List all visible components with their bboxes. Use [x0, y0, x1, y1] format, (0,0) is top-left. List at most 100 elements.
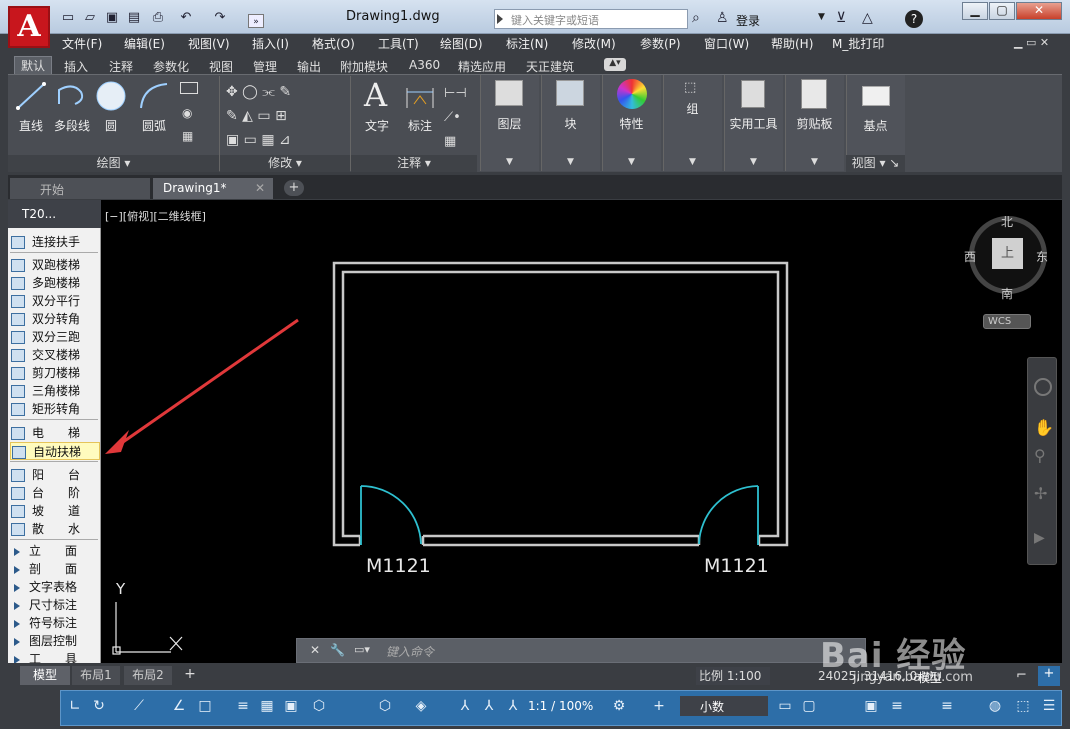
- menu-insert[interactable]: 插入(I): [252, 35, 289, 52]
- utilities-expand-icon[interactable]: ▼: [724, 157, 783, 167]
- menu-layer-control[interactable]: 图层控制: [10, 632, 100, 650]
- hardware-acceleration-icon[interactable]: ≡: [888, 697, 906, 715]
- tab-manage[interactable]: 管理: [253, 58, 277, 75]
- exchange-icon[interactable]: △: [862, 10, 873, 26]
- tab-tangent[interactable]: 天正建筑: [526, 58, 574, 75]
- menu-view[interactable]: 视图(V): [188, 35, 230, 52]
- help-icon[interactable]: ?: [905, 10, 923, 28]
- polar-icon[interactable]: ↻: [90, 697, 108, 715]
- circle-icon[interactable]: [95, 80, 127, 112]
- cmd-prompt-icon[interactable]: ▭▾: [354, 643, 370, 656]
- tab-featured[interactable]: 精选应用: [458, 58, 506, 75]
- login-label[interactable]: 登录: [736, 12, 760, 29]
- zoom-icon[interactable]: ⚲: [1034, 446, 1046, 465]
- menu-format[interactable]: 格式(O): [312, 35, 355, 52]
- menu-section[interactable]: 剖 面: [10, 560, 100, 578]
- menu-parametric[interactable]: 参数(P): [640, 35, 681, 52]
- modify-tools-icons[interactable]: ✥ ◯ ⫘ ✎ ✎ ◭ ▭ ⊞ ▣ ▭ ▦ ⊿: [226, 80, 346, 152]
- cart-icon[interactable]: ⊻: [836, 10, 846, 26]
- undo-icon[interactable]: ↶: [178, 11, 194, 25]
- new-icon[interactable]: ▭: [60, 11, 76, 25]
- 3d-osnap-icon[interactable]: ⬡: [310, 697, 328, 715]
- polyline-label[interactable]: 多段线: [50, 117, 94, 134]
- menu-tools[interactable]: 工具(T): [378, 35, 419, 52]
- open-icon[interactable]: ▱: [82, 11, 98, 25]
- login-dropdown-icon[interactable]: ▼: [818, 12, 825, 22]
- menu-file[interactable]: 文件(F): [62, 35, 102, 52]
- orbit-icon[interactable]: ✢: [1034, 484, 1047, 503]
- layers-expand-icon[interactable]: ▼: [480, 157, 539, 167]
- annotation-visibility-icon[interactable]: ◈: [412, 697, 430, 715]
- region-icon[interactable]: ▦: [182, 129, 193, 143]
- arc-label[interactable]: 圆弧: [136, 117, 172, 134]
- doc-window-controls[interactable]: ▁ ▭ ✕: [1014, 36, 1049, 49]
- menu-dimension[interactable]: 尺寸标注: [10, 596, 100, 614]
- menu-tools[interactable]: 工 具: [10, 650, 100, 663]
- clean-screen-icon[interactable]: ≡: [938, 697, 956, 715]
- user-icon[interactable]: ♙: [716, 10, 729, 26]
- osnap-icon[interactable]: □: [196, 697, 214, 715]
- annotation-scale-icon[interactable]: ⅄: [456, 697, 474, 715]
- saveas-icon[interactable]: ▤: [126, 11, 142, 25]
- menu-help[interactable]: 帮助(H): [771, 35, 813, 52]
- selection-cycling-icon[interactable]: ▣: [282, 697, 300, 715]
- minimize-button[interactable]: ▁: [962, 2, 988, 20]
- tool-scissor-stair[interactable]: 剪刀楼梯: [10, 364, 100, 382]
- clean-icon[interactable]: ◍: [986, 697, 1004, 715]
- block-expand-icon[interactable]: ▼: [541, 157, 600, 167]
- lock-ui-icon[interactable]: ▢: [800, 697, 818, 715]
- maximize-button[interactable]: ▢: [989, 2, 1015, 20]
- clipboard-expand-icon[interactable]: ▼: [785, 157, 844, 167]
- steering-wheel-icon[interactable]: [1034, 378, 1052, 396]
- fullscreen-icon[interactable]: ⬚: [1014, 697, 1032, 715]
- close-button[interactable]: ✕: [1016, 2, 1062, 20]
- tool-apron[interactable]: 散 水: [10, 520, 100, 538]
- menu-symbol[interactable]: 符号标注: [10, 614, 100, 632]
- search-input[interactable]: 键入关键字或短语: [494, 9, 688, 29]
- wcs-dropdown[interactable]: WCS: [983, 314, 1031, 329]
- search-expand-icon[interactable]: [497, 14, 503, 24]
- t20-header[interactable]: T20...: [8, 200, 101, 228]
- menu-batch-plot[interactable]: M_批打印: [832, 35, 884, 52]
- tab-view[interactable]: 视图: [209, 58, 233, 75]
- close-tab-icon[interactable]: ✕: [255, 181, 265, 195]
- compass-west[interactable]: 西: [964, 248, 976, 265]
- lineweight-icon[interactable]: ≡: [234, 697, 252, 715]
- command-input[interactable]: 键入命令: [386, 643, 434, 660]
- viewcube-top-face[interactable]: 上: [992, 238, 1023, 269]
- menu-draw[interactable]: 绘图(D): [440, 35, 483, 52]
- more-icon[interactable]: »: [248, 14, 264, 28]
- workspace-gear-icon[interactable]: ⚙: [610, 697, 628, 715]
- menu-edit[interactable]: 编辑(E): [124, 35, 165, 52]
- add-layout-button[interactable]: +: [180, 666, 200, 684]
- modify-panel-title[interactable]: 修改 ▾: [220, 155, 350, 172]
- tool-multi-stair[interactable]: 多跑楼梯: [10, 274, 100, 292]
- tool-triangle-stair[interactable]: 三角楼梯: [10, 382, 100, 400]
- customize-icon[interactable]: ☰: [1040, 697, 1058, 715]
- tab-addins[interactable]: 附加模块: [340, 58, 388, 75]
- auto-scale-icon[interactable]: ⅄: [480, 697, 498, 715]
- tool-cross-stair[interactable]: 交叉楼梯: [10, 346, 100, 364]
- showmotion-icon[interactable]: ▶: [1034, 530, 1045, 546]
- tool-ramp[interactable]: 坡 道: [10, 502, 100, 520]
- tool-elevator[interactable]: 电 梯: [10, 424, 100, 442]
- tab-annotate[interactable]: 注释: [109, 58, 133, 75]
- tab-parametric[interactable]: 参数化: [153, 58, 189, 75]
- app-logo[interactable]: A: [8, 6, 50, 48]
- tab-start[interactable]: 开始: [10, 178, 150, 199]
- ribbon-minimize-icon[interactable]: ▲▾: [604, 58, 626, 71]
- text-icon[interactable]: A: [364, 76, 387, 114]
- print-icon[interactable]: ⎙: [150, 11, 166, 25]
- text-label[interactable]: 文字: [360, 117, 394, 134]
- tab-layout1[interactable]: 布局1: [72, 666, 120, 685]
- quick-properties-icon[interactable]: ▭: [776, 697, 794, 715]
- arc-icon[interactable]: [137, 80, 171, 112]
- view-panel-title[interactable]: 视图 ▾ ↘: [846, 155, 905, 172]
- group-expand-icon[interactable]: ▼: [663, 157, 722, 167]
- pan-icon[interactable]: ✋: [1034, 418, 1054, 437]
- object-snap-tracking-icon[interactable]: ∠: [170, 697, 188, 715]
- properties-expand-icon[interactable]: ▼: [602, 157, 661, 167]
- cmd-settings-icon[interactable]: 🔧: [330, 643, 345, 657]
- isolate-objects-icon[interactable]: ▣: [862, 697, 880, 715]
- annotation-monitor-icon[interactable]: +: [1038, 666, 1060, 686]
